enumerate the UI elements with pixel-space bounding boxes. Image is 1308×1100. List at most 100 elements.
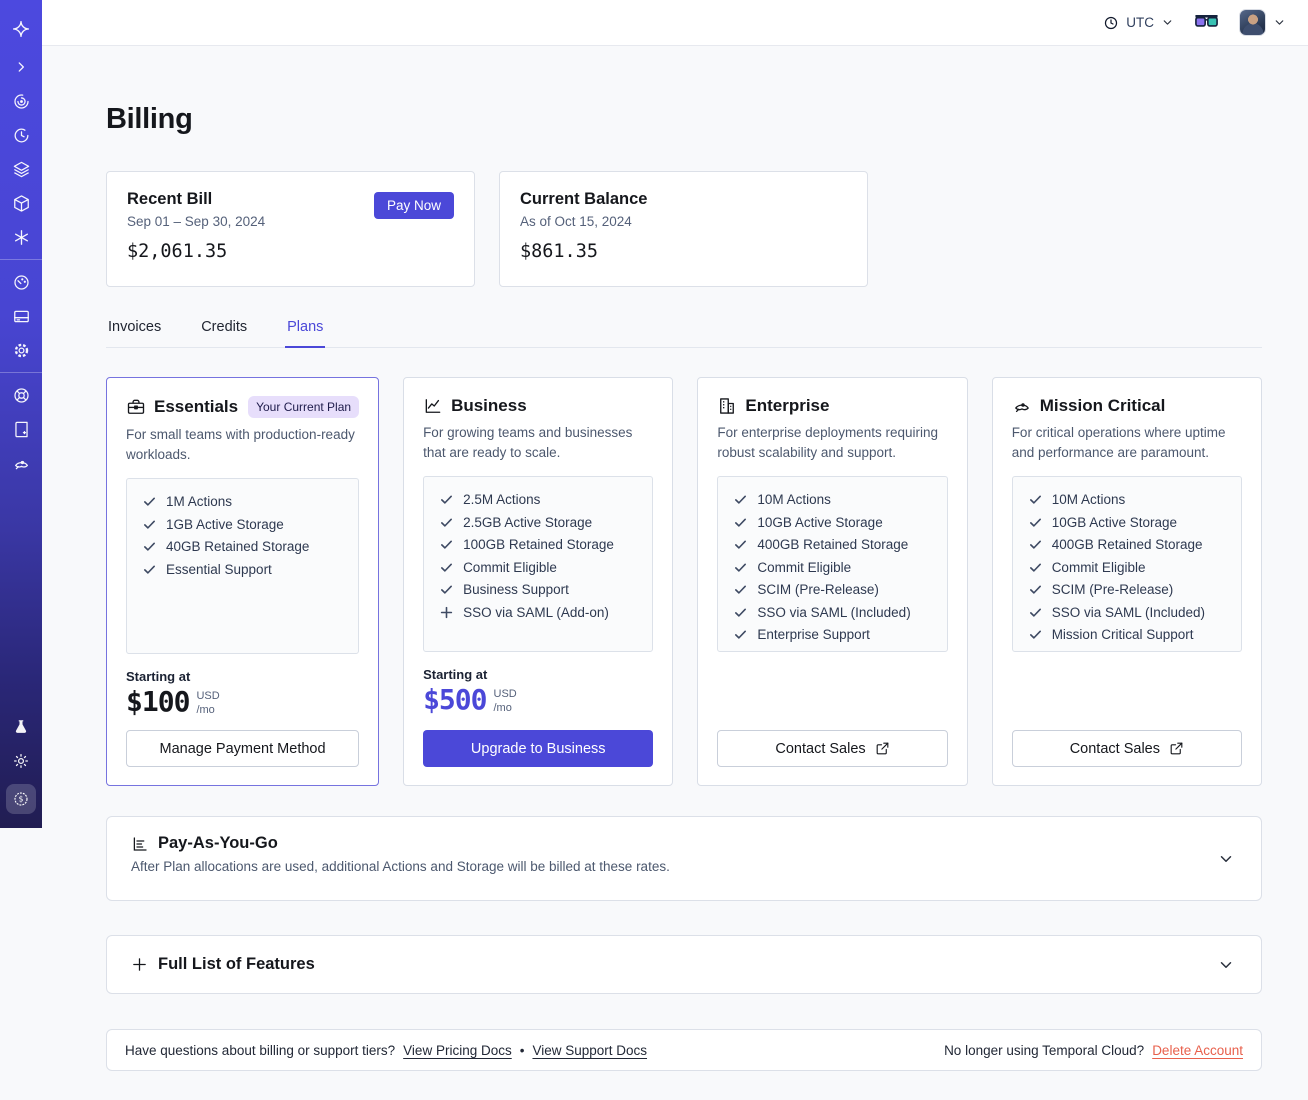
check-icon bbox=[735, 495, 747, 504]
page-title: Billing bbox=[106, 103, 193, 135]
tab-plans[interactable]: Plans bbox=[285, 311, 326, 348]
deployments-icon[interactable] bbox=[4, 186, 38, 220]
namespaces-icon[interactable] bbox=[4, 84, 38, 118]
plan-card-business: Business For growing teams and businesse… bbox=[403, 377, 674, 786]
contact-sales-button[interactable]: Contact Sales bbox=[717, 730, 948, 767]
support-icon[interactable] bbox=[4, 378, 38, 412]
plan-feature-label: 400GB Retained Storage bbox=[1051, 537, 1203, 552]
plan-feature: Commit Eligible bbox=[439, 560, 637, 575]
settings-icon[interactable] bbox=[4, 333, 38, 367]
svg-text:$: $ bbox=[19, 795, 24, 804]
temporal-logo-icon[interactable] bbox=[4, 12, 38, 46]
account-menu[interactable] bbox=[1239, 9, 1286, 36]
billing-active-item[interactable]: $ bbox=[6, 784, 36, 814]
plan-feature: SSO via SAML (Included) bbox=[733, 605, 931, 620]
view-pricing-docs-link[interactable]: View Pricing Docs bbox=[403, 1043, 512, 1058]
check-icon bbox=[1029, 585, 1041, 594]
plan-feature-box: 10M Actions 10GB Active Storage 400GB Reta… bbox=[717, 476, 948, 652]
check-icon bbox=[144, 497, 155, 506]
usage-icon[interactable] bbox=[4, 265, 38, 299]
plan-feature: 400GB Retained Storage bbox=[733, 537, 931, 552]
chevron-down-icon[interactable] bbox=[1217, 956, 1235, 974]
feedback-glasses-icon[interactable] bbox=[1194, 14, 1219, 31]
view-support-docs-link[interactable]: View Support Docs bbox=[532, 1043, 647, 1058]
external-link-icon bbox=[1169, 741, 1184, 756]
plan-feature: 10GB Active Storage bbox=[1028, 515, 1226, 530]
sidebar: $ bbox=[0, 0, 42, 828]
chevron-down-icon[interactable] bbox=[1217, 850, 1235, 868]
tab-credits[interactable]: Credits bbox=[199, 311, 249, 347]
plan-feature: Enterprise Support bbox=[733, 627, 931, 642]
plan-feature-label: SCIM (Pre-Release) bbox=[757, 582, 879, 597]
plan-feature: Mission Critical Support bbox=[1028, 627, 1226, 642]
toolbox-icon bbox=[126, 397, 146, 417]
plan-feature: Commit Eligible bbox=[733, 560, 931, 575]
check-icon bbox=[735, 563, 747, 572]
plan-feature: SCIM (Pre-Release) bbox=[1028, 582, 1226, 597]
plan-feature-label: 10M Actions bbox=[757, 492, 831, 507]
plan-feature-label: 40GB Retained Storage bbox=[166, 539, 310, 554]
price-currency: USD bbox=[493, 688, 517, 700]
clock-icon bbox=[1103, 15, 1119, 31]
pay-now-button[interactable]: Pay Now bbox=[373, 192, 454, 219]
billing-summary: Recent Bill Sep 01 – Sep 30, 2024 $2,061… bbox=[106, 171, 1262, 287]
plan-name: Mission Critical bbox=[1039, 396, 1166, 415]
billing-icon[interactable] bbox=[4, 299, 38, 333]
sidebar-divider bbox=[0, 372, 42, 373]
check-icon bbox=[1029, 495, 1041, 504]
expand-sidebar-icon[interactable] bbox=[4, 50, 38, 84]
contact-sales-button[interactable]: Contact Sales bbox=[1011, 730, 1242, 767]
sidebar-divider bbox=[0, 259, 42, 260]
price-label: Starting at bbox=[126, 669, 191, 684]
tab-invoices[interactable]: Invoices bbox=[106, 311, 163, 347]
avatar[interactable] bbox=[1239, 9, 1266, 36]
plan-feature: 10M Actions bbox=[733, 492, 931, 507]
full-features-accordion[interactable]: Full List of Features bbox=[106, 935, 1262, 994]
plan-feature-label: 10GB Active Storage bbox=[757, 514, 883, 530]
schedules-icon[interactable] bbox=[4, 118, 38, 152]
docs-icon[interactable] bbox=[4, 412, 38, 446]
plan-feature: 100GB Retained Storage bbox=[439, 537, 637, 552]
payg-accordion[interactable]: Pay-As-You-Go After Plan allocations are… bbox=[106, 816, 1262, 901]
plan-feature-label: 10M Actions bbox=[1051, 492, 1126, 507]
check-icon bbox=[144, 542, 155, 551]
plan-feature: 400GB Retained Storage bbox=[1028, 537, 1226, 552]
current-plan-badge: Your Current Plan bbox=[248, 396, 360, 418]
plan-feature-box: 10M Actions 10GB Active Storage 400GB Reta… bbox=[1011, 476, 1242, 652]
payg-description: After Plan allocations are used, additio… bbox=[131, 859, 670, 874]
labs-flask-icon[interactable] bbox=[4, 710, 38, 744]
delete-account-link[interactable]: Delete Account bbox=[1152, 1043, 1243, 1058]
contact-sales-label: Contact Sales bbox=[1069, 740, 1160, 757]
plan-description: For growing teams and businesses that ar… bbox=[423, 425, 633, 460]
billing-tabs: Invoices Credits Plans bbox=[106, 311, 1262, 348]
check-icon bbox=[1029, 563, 1041, 572]
plan-feature-label: 2.5M Actions bbox=[463, 492, 541, 507]
plan-feature-box: 1M Actions 1GB Active Storage 40GB Retaine… bbox=[126, 478, 360, 654]
price-period: /mo bbox=[493, 702, 512, 715]
theme-sun-icon[interactable] bbox=[4, 744, 38, 778]
plan-name: Enterprise bbox=[745, 396, 830, 415]
plan-feature: 2.5GB Active Storage bbox=[439, 515, 637, 530]
contact-sales-label: Contact Sales bbox=[775, 740, 866, 757]
nexus-rocket-icon[interactable] bbox=[4, 446, 38, 480]
current-balance-title: Current Balance bbox=[520, 190, 648, 208]
plan-feature-label: 100GB Retained Storage bbox=[463, 537, 614, 552]
workflows-icon[interactable] bbox=[4, 152, 38, 186]
plan-feature: 1M Actions bbox=[142, 494, 343, 509]
plan-feature-label: SCIM (Pre-Release) bbox=[1051, 582, 1174, 597]
full-features-title: Full List of Features bbox=[158, 955, 315, 973]
timezone-selector[interactable]: UTC bbox=[1103, 15, 1174, 31]
plan-feature-label: Commit Eligible bbox=[1051, 559, 1146, 575]
check-icon bbox=[441, 540, 453, 549]
manage-payment-button[interactable]: Manage Payment Method bbox=[126, 730, 360, 767]
timezone-label: UTC bbox=[1126, 15, 1154, 30]
external-link-icon bbox=[875, 741, 890, 756]
upgrade-business-button[interactable]: Upgrade to Business bbox=[423, 730, 654, 767]
line-chart-icon bbox=[423, 396, 443, 416]
plus-icon bbox=[131, 956, 148, 973]
plan-feature: SSO via SAML (Included) bbox=[1028, 605, 1226, 620]
nexus-icon[interactable] bbox=[4, 220, 38, 254]
plan-description: For critical operations where uptime and… bbox=[1011, 425, 1226, 460]
check-icon bbox=[144, 520, 155, 529]
check-icon bbox=[1029, 540, 1041, 549]
